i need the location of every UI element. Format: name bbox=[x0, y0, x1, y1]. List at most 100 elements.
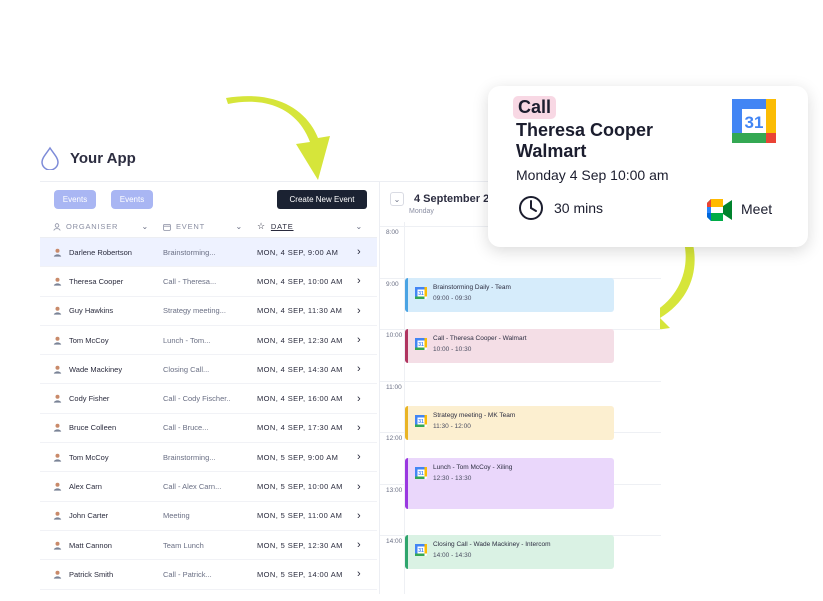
table-row[interactable]: Darlene Robertson Brainstorming... MON, 4 … bbox=[40, 238, 377, 268]
chevron-right-icon[interactable]: › bbox=[357, 393, 377, 405]
event-text: Call - Theresa Cooper - Walmart 10:00 - 1… bbox=[433, 335, 527, 353]
date-cell: MON, 5 SEP, 11:00 AM bbox=[257, 511, 343, 521]
svg-text:31: 31 bbox=[418, 548, 424, 554]
event-cell: Call - Theresa... bbox=[163, 276, 217, 286]
calendar-event[interactable]: 31 Brainstorming Daily - Team 09:00 - 09:3… bbox=[405, 277, 614, 312]
table-row[interactable]: Alex Carn Call - Alex Carn... MON, 5 SEP, … bbox=[40, 472, 377, 502]
table-row[interactable]: John Carter Meeting MON, 5 SEP, 11:00 AM › bbox=[40, 502, 377, 531]
person-icon bbox=[53, 453, 62, 462]
calendar-header: ⌄ 4 September 20 bbox=[390, 192, 495, 206]
event-time: 09:00 - 09:30 bbox=[433, 294, 472, 302]
hour-label: 10:00 bbox=[386, 332, 403, 339]
table-row[interactable]: Wade Mackiney Closing Call... MON, 4 SEP, … bbox=[40, 355, 377, 385]
google-calendar-icon: 31 bbox=[415, 415, 427, 428]
event-duration: 30 mins bbox=[554, 200, 604, 216]
svg-text:31: 31 bbox=[745, 113, 764, 132]
event-detail-card[interactable]: Call Theresa Cooper Walmart Monday 4 Sep… bbox=[488, 86, 808, 247]
organiser-header-label: ORGANISER bbox=[66, 222, 119, 231]
organiser-cell: Theresa Cooper bbox=[40, 277, 163, 286]
svg-text:31: 31 bbox=[418, 471, 424, 477]
hour-label: 13:00 bbox=[386, 486, 403, 494]
person-icon bbox=[53, 424, 62, 433]
organiser-name: Cody Fisher bbox=[69, 394, 110, 404]
chevron-right-icon[interactable]: › bbox=[357, 275, 377, 287]
chevron-right-icon[interactable]: › bbox=[357, 510, 377, 522]
calendar-date: 4 September 20 bbox=[414, 193, 496, 205]
organiser-name: Alex Carn bbox=[69, 482, 102, 492]
calendar-event[interactable]: 31 Strategy meeting - MK Team 11:30 - 12:0… bbox=[405, 406, 614, 441]
event-time: 11:30 - 12:00 bbox=[433, 423, 471, 431]
chevron-right-icon[interactable]: › bbox=[357, 246, 377, 258]
chevron-right-icon[interactable]: › bbox=[357, 481, 377, 493]
chevron-down-icon[interactable]: ⌄ bbox=[390, 192, 404, 206]
event-time: 10:00 - 10:30 bbox=[433, 346, 472, 353]
table-row[interactable]: Theresa Cooper Call - Theresa... MON, 4 SE… bbox=[40, 267, 377, 297]
events-filter-chip-2[interactable]: Events bbox=[111, 190, 153, 209]
date-cell: MON, 4 SEP, 14:30 AM bbox=[257, 364, 343, 374]
calendar-event[interactable]: 31 Lunch - Tom McCoy - Xiling 12:30 - 13:3… bbox=[405, 457, 614, 510]
organiser-cell: Alex Carn bbox=[40, 482, 163, 491]
chevron-right-icon[interactable]: › bbox=[357, 334, 377, 346]
date-column-header[interactable]: ☆ DATE ⌄ bbox=[257, 221, 377, 232]
chevron-down-icon: ⌄ bbox=[235, 222, 243, 231]
table-row[interactable]: Cody Fisher Call - Cody Fischer.. MON, 4 S… bbox=[40, 384, 377, 414]
calendar-event[interactable]: 31 Closing Call - Wade Mackiney - Interco… bbox=[405, 535, 614, 569]
event-column-header[interactable]: EVENT ⌄ bbox=[163, 222, 257, 231]
chevron-right-icon[interactable]: › bbox=[357, 363, 377, 375]
google-calendar-icon: 31 bbox=[415, 286, 427, 299]
table-row[interactable]: Guy Hawkins Strategy meeting... MON, 4 SEP… bbox=[40, 297, 377, 326]
chevron-right-icon[interactable]: › bbox=[357, 422, 377, 434]
event-company: Walmart bbox=[516, 141, 587, 161]
date-cell: MON, 4 SEP, 12:30 AM bbox=[257, 335, 343, 345]
organiser-cell: Cody Fisher bbox=[40, 394, 163, 403]
event-cell: Call - Alex Carn... bbox=[163, 482, 222, 492]
person-icon bbox=[53, 222, 61, 231]
event-cell: Team Lunch bbox=[163, 540, 204, 550]
event-cell: Brainstorming... bbox=[163, 247, 216, 257]
chevron-right-icon[interactable]: › bbox=[357, 451, 377, 463]
events-filter-chip[interactable]: Events bbox=[54, 190, 96, 209]
organiser-column-header[interactable]: ORGANISER ⌄ bbox=[40, 222, 163, 231]
hour-label: 9:00 bbox=[386, 280, 399, 288]
hour-label: 14:00 bbox=[386, 538, 403, 545]
date-cell: MON, 4 SEP, 11:30 AM bbox=[257, 306, 343, 316]
event-cell: Strategy meeting... bbox=[163, 306, 226, 316]
calendar-event[interactable]: 31 Call - Theresa Cooper - Walmart 10:00 -… bbox=[405, 329, 614, 363]
events-table: ORGANISER ⌄ EVENT ⌄ ☆ DATE ⌄ Darlene Rob… bbox=[40, 216, 377, 590]
person-icon bbox=[53, 336, 62, 345]
calendar-icon bbox=[163, 223, 171, 231]
event-datetime: Monday 4 Sep 10:00 am bbox=[516, 167, 669, 183]
date-header-label: DATE bbox=[270, 222, 294, 231]
organiser-name: Bruce Colleen bbox=[69, 423, 117, 433]
person-icon bbox=[53, 482, 62, 491]
google-calendar-icon: 31 bbox=[732, 99, 776, 143]
chevron-right-icon[interactable]: › bbox=[357, 539, 377, 551]
google-meet-icon bbox=[707, 199, 732, 221]
event-cell: Meeting bbox=[163, 511, 190, 521]
table-row[interactable]: Patrick Smith Call - Patrick... MON, 5 SEP… bbox=[40, 560, 377, 590]
date-cell: MON, 5 SEP, 9:00 AM bbox=[257, 452, 339, 462]
create-new-event-button[interactable]: Create New Event bbox=[277, 190, 367, 209]
event-time: 14:00 - 14:30 bbox=[433, 552, 472, 559]
table-row[interactable]: Matt Cannon Team Lunch MON, 5 SEP, 12:30 A… bbox=[40, 531, 377, 561]
table-row[interactable]: Tom McCoy Brainstorming... MON, 5 SEP, 9:0… bbox=[40, 443, 377, 473]
organiser-name: John Carter bbox=[69, 511, 109, 521]
table-row[interactable]: Tom McCoy Lunch - Tom... MON, 4 SEP, 12:30… bbox=[40, 326, 377, 356]
hour-label: 12:00 bbox=[386, 435, 403, 442]
calendar-weekday: Monday bbox=[409, 208, 434, 215]
star-icon: ☆ bbox=[257, 221, 266, 231]
organiser-cell: John Carter bbox=[40, 511, 163, 520]
svg-text:31: 31 bbox=[418, 342, 424, 348]
chevron-right-icon[interactable]: › bbox=[357, 568, 377, 580]
chevron-right-icon[interactable]: › bbox=[357, 305, 377, 317]
droplet-icon bbox=[41, 146, 59, 170]
organiser-name: Tom McCoy bbox=[69, 452, 109, 462]
organiser-cell: Tom McCoy bbox=[40, 336, 163, 345]
hour-label: 8:00 bbox=[386, 229, 399, 236]
event-cell: Call - Bruce... bbox=[163, 423, 209, 433]
person-icon bbox=[53, 394, 62, 403]
person-icon bbox=[53, 248, 62, 257]
table-row[interactable]: Bruce Colleen Call - Bruce... MON, 4 SEP, … bbox=[40, 414, 377, 444]
event-type-badge: Call bbox=[513, 96, 557, 119]
event-cell: Call - Cody Fischer.. bbox=[163, 394, 231, 404]
